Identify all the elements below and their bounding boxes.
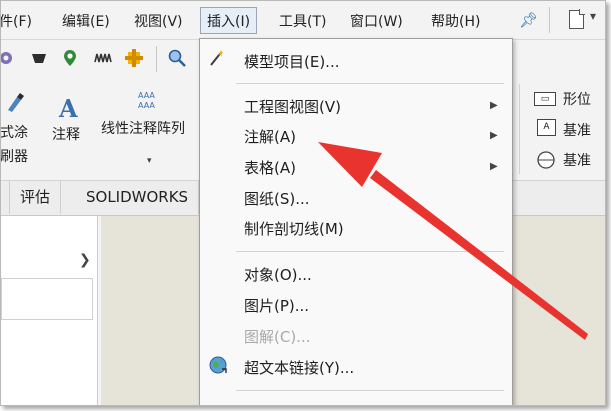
menu-help[interactable]: 帮助(H)	[431, 11, 480, 31]
menu-item-sheet[interactable]: 图纸(S)...	[244, 188, 310, 209]
toolbar-divider	[156, 46, 157, 72]
location-pin-icon[interactable]	[60, 48, 80, 68]
panel-expand-chevron-icon[interactable]: ❯	[79, 252, 91, 268]
menu-file[interactable]: 件(F)	[1, 11, 32, 31]
datum-feature-icon[interactable]: A	[537, 119, 556, 136]
panel-splitter[interactable]	[98, 216, 101, 405]
menu-item-hyperlink[interactable]: 超文本链接(Y)...	[244, 357, 354, 378]
settings-cluster-icon[interactable]	[0, 48, 17, 68]
datum-feature-label[interactable]: 基准	[563, 120, 591, 140]
pin-icon[interactable]: 📌︎	[519, 11, 538, 29]
hyperlink-globe-icon	[209, 356, 227, 374]
solidworks-window: 件(F) 编辑(E) 视图(V) 插入(I) 工具(T) 窗口(W) 帮助(H)…	[0, 0, 606, 406]
linear-note-pattern-icon[interactable]: AAA AAA	[137, 90, 163, 110]
zoom-icon[interactable]	[167, 48, 187, 68]
menu-separator	[236, 83, 504, 84]
datum-target-icon[interactable]	[534, 150, 558, 170]
menu-tools[interactable]: 工具(T)	[279, 11, 326, 31]
bucket-icon[interactable]	[29, 48, 49, 68]
menu-separator	[236, 251, 504, 252]
menu-item-object[interactable]: 对象(O)...	[244, 264, 312, 285]
menu-item-section-line[interactable]: 制作剖切线(M)	[244, 218, 344, 239]
menu-item-annotations[interactable]: 注解(A)	[244, 126, 296, 147]
note-icon[interactable]: A	[59, 94, 78, 123]
note-button-label[interactable]: 注释	[52, 124, 80, 144]
datum-target-label[interactable]: 基准	[563, 150, 591, 170]
svg-text:AAA: AAA	[138, 101, 155, 110]
panel-filter-box[interactable]	[1, 278, 93, 320]
menu-item-drawing-view[interactable]: 工程图视图(V)	[244, 96, 341, 117]
menu-item-model-items[interactable]: 模型项目(E)...	[244, 51, 340, 72]
menu-bar: 件(F) 编辑(E) 视图(V) 插入(I) 工具(T) 窗口(W) 帮助(H)…	[1, 1, 605, 40]
submenu-arrow-icon: ▶	[490, 130, 498, 141]
format-painter-label-2: 刷器	[0, 149, 28, 165]
new-dropdown-chevron-icon[interactable]: ▾	[590, 9, 596, 23]
submenu-arrow-icon: ▶	[490, 100, 498, 111]
menu-separator	[236, 390, 504, 391]
format-painter-icon[interactable]	[5, 92, 25, 114]
menu-item-tables[interactable]: 表格(A)	[244, 157, 296, 178]
menu-item-picture[interactable]: 图片(P)...	[244, 295, 309, 316]
menu-item-diagram: 图解(C)...	[244, 328, 311, 346]
submenu-arrow-icon: ▶	[490, 161, 498, 172]
menu-view[interactable]: 视图(V)	[134, 11, 183, 31]
linear-note-pattern-label[interactable]: 线性注释阵列	[101, 118, 185, 138]
tab-hidden[interactable]	[1, 181, 10, 214]
spring-icon[interactable]	[93, 48, 113, 68]
menu-window[interactable]: 窗口(W)	[350, 11, 403, 31]
geometric-tolerance-label[interactable]: 形位	[563, 89, 591, 109]
feature-manager-panel: ❯	[1, 216, 98, 405]
component-icon[interactable]	[124, 48, 144, 68]
insert-menu-dropdown: 模型项目(E)... 工程图视图(V) ▶ 注解(A) ▶ 表格(A) ▶ 图纸…	[199, 38, 513, 405]
tab-solidworks-addins[interactable]: SOLIDWORKS	[76, 181, 200, 214]
svg-text:AAA: AAA	[138, 91, 155, 100]
linear-note-pattern-dropdown-icon[interactable]: ▾	[147, 156, 152, 166]
new-document-icon[interactable]	[569, 9, 585, 29]
menubar-divider	[549, 7, 550, 33]
model-items-icon	[210, 50, 223, 66]
format-painter-label-1: 式涂	[0, 125, 28, 141]
menu-insert[interactable]: 插入(I)	[200, 7, 258, 34]
tab-evaluate[interactable]: 评估	[10, 181, 62, 214]
geometric-tolerance-icon[interactable]: ▭	[534, 92, 556, 106]
ribbon-divider	[519, 84, 520, 174]
menu-edit[interactable]: 编辑(E)	[62, 11, 110, 31]
